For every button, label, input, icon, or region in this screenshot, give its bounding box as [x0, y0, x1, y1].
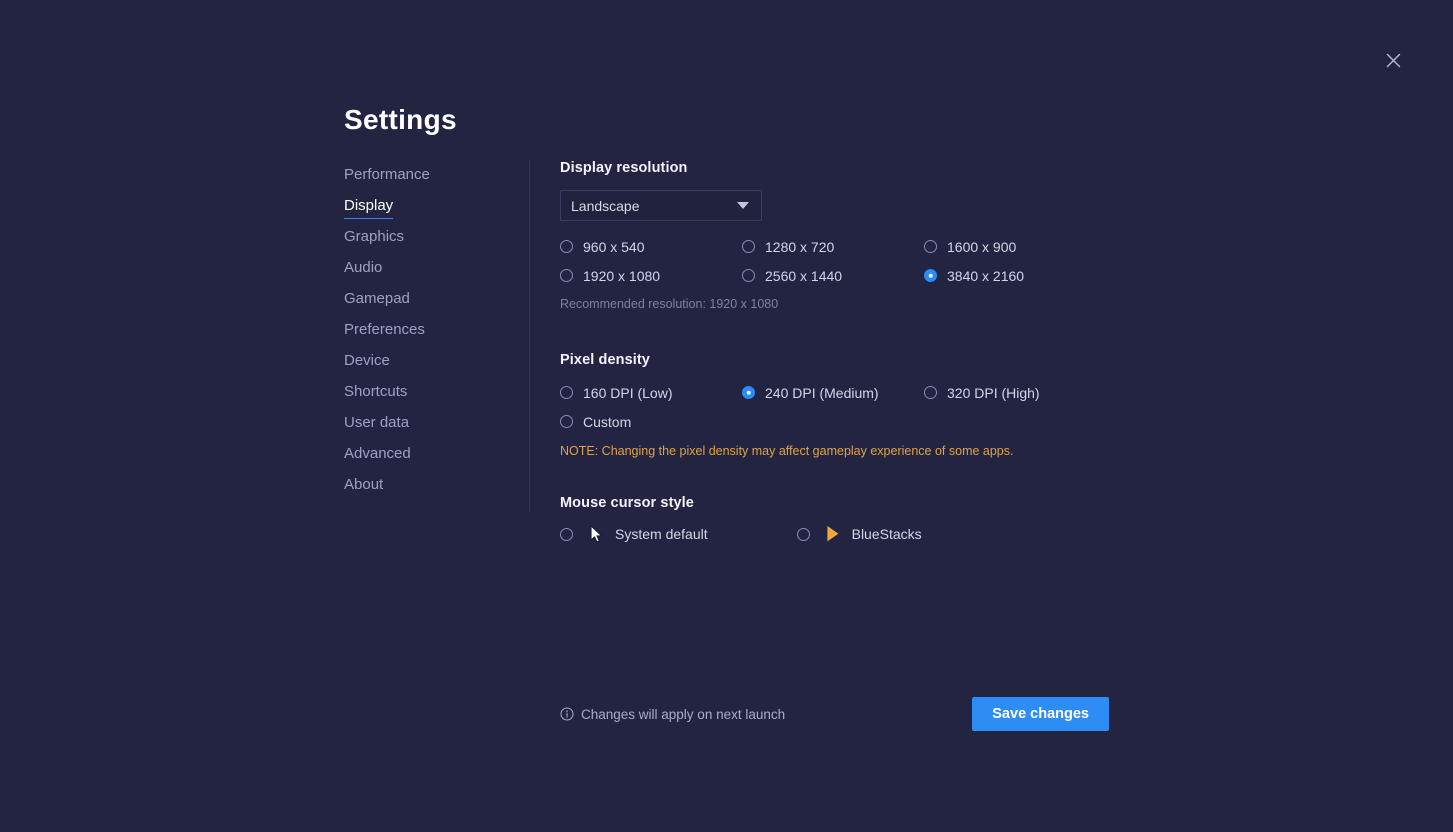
orientation-dropdown-value: Landscape — [571, 197, 640, 214]
sidebar-item-user-data[interactable]: User data — [344, 413, 409, 444]
mouse-cursor-style-heading: Mouse cursor style — [560, 495, 694, 511]
radio-icon — [796, 527, 810, 541]
display-resolution-section: Display resolution Landscape 960 x 540 1… — [560, 160, 1180, 311]
system-cursor-icon — [583, 525, 609, 543]
close-icon — [1386, 53, 1400, 67]
resolution-option-label: 1920 x 1080 — [583, 267, 661, 284]
resolution-radio-group: 960 x 540 1280 x 720 1600 x 900 1920 x 1… — [560, 236, 1180, 286]
sidebar-item-audio[interactable]: Audio — [344, 258, 382, 289]
settings-footer: Changes will apply on next launch Save c… — [560, 696, 1109, 732]
recommended-resolution-hint: Recommended resolution: 1920 x 1080 — [560, 297, 779, 311]
pixel-density-option-320[interactable]: 320 DPI (High) — [924, 382, 1044, 403]
display-settings-panel: Display resolution Landscape 960 x 540 1… — [560, 160, 1180, 543]
sidebar-item-graphics[interactable]: Graphics — [344, 227, 404, 258]
pixel-density-option-240[interactable]: 240 DPI (Medium) — [742, 382, 883, 403]
sidebar-item-shortcuts[interactable]: Shortcuts — [344, 382, 407, 413]
resolution-option-label: 2560 x 1440 — [765, 267, 843, 284]
resolution-option-label: 3840 x 2160 — [947, 267, 1025, 284]
sidebar-item-label: Advanced — [344, 445, 411, 462]
resolution-option-1920x1080[interactable]: 1920 x 1080 — [560, 265, 664, 286]
cursor-option-label: BlueStacks — [851, 526, 922, 542]
radio-icon — [742, 240, 755, 253]
save-changes-button[interactable]: Save changes — [972, 697, 1109, 731]
display-resolution-heading: Display resolution — [560, 160, 688, 176]
pixel-density-section: Pixel density 160 DPI (Low) 240 DPI (Med… — [560, 352, 1180, 458]
sidebar-item-label: Graphics — [344, 228, 405, 245]
resolution-option-1280x720[interactable]: 1280 x 720 — [742, 236, 838, 257]
cursor-option-label: System default — [615, 526, 708, 542]
sidebar-item-device[interactable]: Device — [344, 351, 390, 382]
pixel-density-option-label: 160 DPI (Low) — [583, 384, 673, 401]
apply-note-text: Changes will apply on next launch — [581, 706, 786, 722]
sidebar-item-label: Audio — [344, 259, 383, 276]
pixel-density-option-label: 320 DPI (High) — [947, 384, 1040, 401]
mouse-cursor-style-section: Mouse cursor style System default BlueSt… — [560, 495, 1180, 543]
sidebar-item-label: About — [344, 476, 384, 493]
orientation-dropdown[interactable]: Landscape — [560, 190, 762, 221]
resolution-option-2560x1440[interactable]: 2560 x 1440 — [742, 265, 846, 286]
pixel-density-radio-group: 160 DPI (Low) 240 DPI (Medium) 320 DPI (… — [560, 382, 1180, 432]
cursor-option-bluestacks[interactable]: BlueStacks — [796, 525, 922, 543]
resolution-option-960x540[interactable]: 960 x 540 — [560, 236, 649, 257]
sidebar-item-gamepad[interactable]: Gamepad — [344, 289, 410, 320]
info-icon — [560, 707, 574, 721]
cursor-option-system-default[interactable]: System default — [560, 525, 708, 543]
page-title: Settings — [344, 104, 457, 135]
sidebar-item-about[interactable]: About — [344, 475, 383, 506]
resolution-option-3840x2160[interactable]: 3840 x 2160 — [924, 265, 1028, 286]
settings-sidebar: Performance Display Graphics Audio Gamep… — [344, 165, 514, 506]
sidebar-divider — [529, 160, 530, 512]
pixel-density-note: NOTE: Changing the pixel density may aff… — [560, 444, 1014, 458]
sidebar-item-label: Preferences — [344, 321, 425, 338]
pixel-density-option-custom[interactable]: Custom — [560, 411, 635, 432]
pixel-density-option-label: Custom — [583, 413, 632, 430]
resolution-option-label: 960 x 540 — [583, 238, 645, 255]
radio-icon — [924, 386, 937, 399]
sidebar-item-label: Display — [344, 197, 394, 214]
pixel-density-heading: Pixel density — [560, 352, 650, 368]
sidebar-item-display[interactable]: Display — [344, 196, 394, 227]
sidebar-item-label: Shortcuts — [344, 383, 408, 400]
bluestacks-cursor-icon — [820, 525, 846, 543]
sidebar-item-label: User data — [344, 414, 410, 431]
radio-icon — [560, 386, 573, 399]
radio-icon — [560, 240, 573, 253]
radio-icon — [742, 269, 755, 282]
sidebar-item-performance[interactable]: Performance — [344, 165, 430, 196]
resolution-option-1600x900[interactable]: 1600 x 900 — [924, 236, 1020, 257]
active-underline — [344, 217, 394, 219]
sidebar-item-label: Device — [344, 352, 390, 369]
chevron-down-icon — [737, 202, 749, 209]
radio-icon — [560, 269, 573, 282]
pixel-density-option-160[interactable]: 160 DPI (Low) — [560, 382, 676, 403]
resolution-option-label: 1280 x 720 — [765, 238, 835, 255]
radio-icon — [560, 415, 573, 428]
pixel-density-option-label: 240 DPI (Medium) — [765, 384, 879, 401]
cursor-style-radio-group: System default BlueStacks — [560, 525, 1180, 543]
sidebar-item-advanced[interactable]: Advanced — [344, 444, 411, 475]
radio-icon — [742, 386, 755, 399]
close-button[interactable] — [1379, 46, 1407, 74]
resolution-option-label: 1600 x 900 — [947, 238, 1017, 255]
apply-on-next-launch-note: Changes will apply on next launch — [560, 707, 785, 722]
radio-icon — [924, 240, 937, 253]
sidebar-item-label: Performance — [344, 166, 430, 183]
sidebar-item-label: Gamepad — [344, 290, 410, 307]
radio-icon — [924, 269, 937, 282]
sidebar-item-preferences[interactable]: Preferences — [344, 320, 425, 351]
radio-icon — [560, 527, 573, 541]
